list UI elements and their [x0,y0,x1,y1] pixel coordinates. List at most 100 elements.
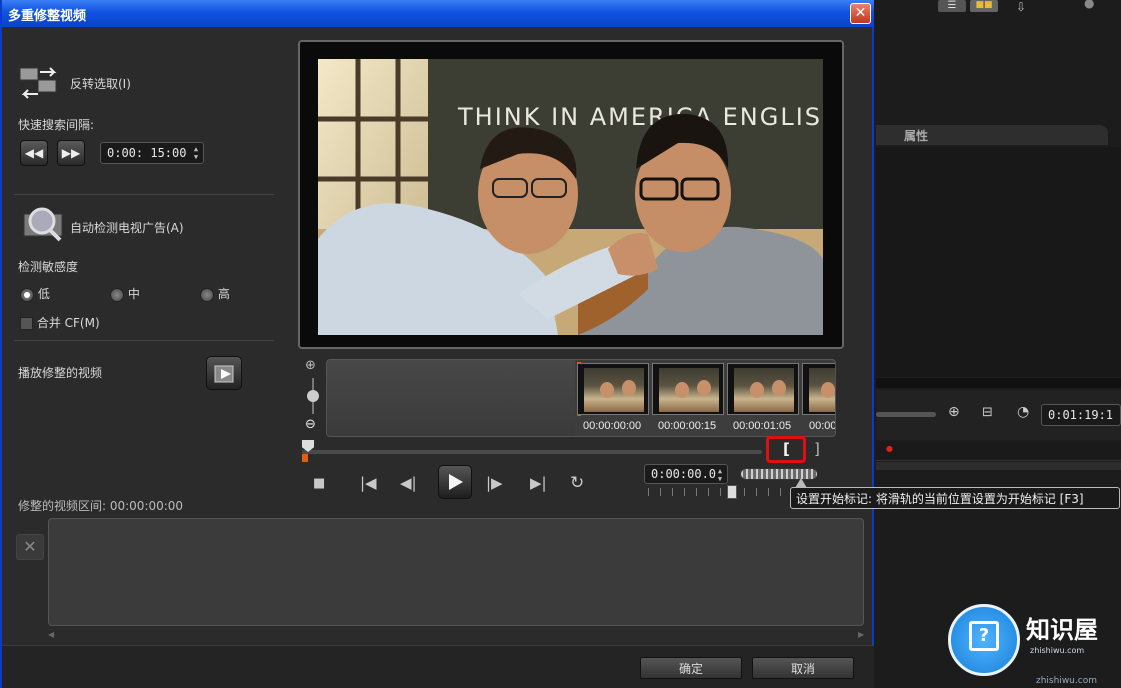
play-icon [449,474,463,490]
thumbnail-timecode: 00:00:00:00 [583,420,642,432]
previous-frame-button[interactable]: ◀| [400,474,417,492]
play-film-icon [214,365,234,383]
title-bar[interactable]: 多重修整视频 ✕ [2,0,874,27]
step-back-icon: ◀| [400,474,417,492]
play-trimmed-button[interactable] [206,356,242,390]
close-icon: ✕ [854,5,867,21]
merge-cf-label: 合并 CF(M) [36,316,100,330]
question-icon: ? [969,621,999,651]
trimmed-clips-list[interactable] [48,518,864,626]
properties-tab[interactable]: 属性 [876,125,1108,145]
spinner-icon[interactable]: ▲ ▼ [715,467,725,483]
video-frame-illustration: THINK IN AMERICA ENGLISH [318,59,823,335]
playhead-marker [302,454,308,462]
frame-thumbnail-strip[interactable]: 00:00:00:00 00:00:00:15 00:00:01:05 00:0… [326,359,836,437]
auto-detect-button[interactable] [22,204,66,244]
play-button[interactable] [438,465,472,499]
next-frame-button[interactable]: |▶ [486,474,503,492]
magnifier-icon [23,207,63,242]
zoom-slider[interactable] [876,412,936,417]
scroll-right-icon[interactable]: ▶ [858,630,864,639]
radio-icon [110,287,124,302]
mark-in-button[interactable]: [ [783,440,790,458]
sensitivity-low-radio[interactable]: 低 [20,285,50,302]
dialog-footer [2,645,874,688]
invert-selection-icon [19,67,57,99]
step-forward-icon: |▶ [486,474,503,492]
go-to-end-icon: ▶| [530,474,547,492]
stop-icon: ■ [313,476,326,491]
project-timecode-value: 0:01:19:1 [1048,408,1114,422]
zoom-slider-thumb[interactable] [307,390,319,402]
watermark-brand: 知识屋 [1026,616,1098,644]
chalk-text: THINK IN AMERICA ENGLISH [457,103,823,131]
sensitivity-label: 检测敏感度 [18,260,79,274]
watermark-logo: ? 知识屋 zhishiwu.com [948,604,1118,676]
spinner-icon[interactable]: ▲ ▼ [191,145,201,161]
end-button[interactable]: ▶| [530,474,547,492]
project-timecode[interactable]: 0:01:19:1 [1041,404,1121,426]
quick-search-interval-field[interactable]: 0:00: 15:00 ▲ ▼ [100,142,204,164]
fast-forward-button[interactable]: ▶▶ [57,140,85,166]
thumbnail-timecode: 00:00:00:15 [658,420,717,432]
cancel-button[interactable]: 取消 [752,657,854,679]
properties-panel [876,147,1121,377]
merge-cf-checkbox[interactable]: 合并 CF(M) [20,314,100,331]
zoom-in-icon[interactable]: ⊕ [305,358,316,373]
ok-button[interactable]: 确定 [640,657,742,679]
shuttle-slider[interactable] [727,485,737,499]
properties-label: 属性 [904,129,929,143]
thumbnail-image [734,368,794,412]
separator [14,340,274,341]
fit-icon[interactable]: ⊟ [982,405,993,420]
home-button[interactable]: |◀ [360,474,377,492]
go-to-start-icon: |◀ [360,474,377,492]
current-time-value: 0:00:00.0 [651,467,717,481]
rewind-icon: ◀◀ [24,146,44,160]
thumbnail-view-button[interactable]: ■■ [970,0,998,12]
invert-selection-button[interactable] [18,64,62,100]
radio-icon [200,287,214,302]
thumbnail-timecode: 00:00 [809,420,836,432]
strip-empty-area [327,360,575,436]
tooltip: 设置开始标记: 将滑轨的当前位置设置为开始标记 [F3] [790,487,1120,509]
sensitivity-medium-radio[interactable]: 中 [110,285,140,302]
scrubber-track[interactable] [302,450,762,454]
trimmed-range-label: 修整的视频区间: 00:00:00:00 [18,499,184,513]
zoom-out-icon[interactable]: ⊖ [305,417,316,432]
splitter[interactable] [876,378,1121,388]
delete-range-button[interactable]: ✕ [16,534,44,560]
rewind-button[interactable]: ◀◀ [20,140,48,166]
sensitivity-high-radio[interactable]: 高 [200,285,230,302]
background-app: ☰ ■■ ⇩ ● 属性 ⊕ ⊟ ◔ 0:01:19:1 ● ? 知识屋 zhis… [876,0,1121,688]
thumbnail-frame[interactable] [802,363,835,415]
watermark-footer: zhishiwu.com [1036,676,1097,686]
thumbnail-image [584,368,644,412]
auto-detect-label: 自动检测电视广告(A) [70,221,184,235]
checkbox-icon [20,317,33,330]
thumbnail-frame[interactable] [727,363,799,415]
current-time-field[interactable]: 0:00:00.0 ▲ ▼ [644,464,728,484]
scroll-left-icon[interactable]: ◀ [48,630,54,639]
thumbnail-frame[interactable] [577,363,649,415]
sensitivity-medium-label: 中 [127,287,140,301]
mark-out-button[interactable]: ] [814,440,820,458]
sort-icon[interactable]: ⇩ [1016,0,1026,14]
close-button[interactable]: ✕ [850,3,871,24]
fast-forward-icon: ▶▶ [61,146,81,160]
separator [14,194,274,195]
track-header: ● [876,441,1121,461]
preview-window[interactable]: THINK IN AMERICA ENGLISH [298,40,844,349]
dialog-title: 多重修整视频 [8,9,87,24]
delete-x-icon: ✕ [23,537,37,556]
stop-button[interactable]: ■ [313,476,325,491]
thumbnail-image [659,368,719,412]
zoom-in-icon[interactable]: ⊕ [948,404,960,420]
thumbnail-timecode: 00:00:01:05 [733,420,792,432]
thumbnail-frame[interactable] [652,363,724,415]
radio-selected-icon [20,287,34,302]
list-view-button[interactable]: ☰ [938,0,966,12]
repeat-button[interactable]: ↻ [570,473,584,493]
clock-icon[interactable]: ◔ [1017,404,1029,420]
watermark-domain: zhishiwu.com [1030,646,1085,655]
